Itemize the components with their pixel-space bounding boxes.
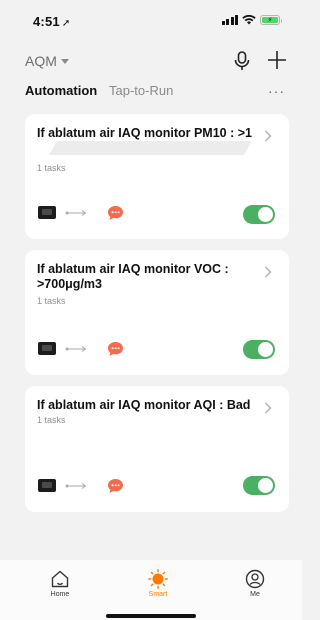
chevron-right-icon[interactable] [264,130,272,142]
bottom-navigation: Home Smart Me [0,560,302,620]
automation-toggle[interactable] [243,205,275,224]
status-time: 4:51 ➚ [33,14,70,29]
automation-card[interactable]: If ablatum air IAQ monitor PM10 : >1 1 t… [25,114,289,239]
card-subtitle: 1 tasks [37,415,66,425]
nav-label-me: Me [250,591,260,598]
arrow-right-icon [65,346,87,352]
tab-automation[interactable]: Automation [25,83,97,98]
message-icon [108,479,123,493]
device-thumbnail [38,342,56,355]
home-icon [51,570,69,588]
cellular-signal-icon [221,15,238,25]
automation-toggle[interactable] [243,340,275,359]
chevron-right-icon[interactable] [264,266,272,278]
chevron-right-icon[interactable] [264,402,272,414]
status-icons: ⚡ [221,15,282,25]
automation-card[interactable]: If ablatum air IAQ monitor AQI : Bad 1 t… [25,386,289,512]
arrow-right-icon [65,483,87,489]
card-subtitle: 1 tasks [37,296,66,306]
card-title: If ablatum air IAQ monitor VOC : >700μg/… [37,262,229,291]
wifi-icon [242,15,256,25]
automation-toggle[interactable] [243,476,275,495]
battery-icon: ⚡ [260,15,282,25]
add-icon[interactable] [266,49,288,71]
smart-sun-icon [148,569,168,589]
status-time-text: 4:51 [33,14,60,29]
profile-icon [245,569,265,589]
caret-down-icon [60,59,69,64]
nav-me[interactable]: Me [230,569,280,598]
nav-label-smart: Smart [148,591,168,598]
home-selector[interactable]: AQM [25,53,69,69]
more-options-icon[interactable]: ··· [268,83,285,99]
message-icon [108,342,123,356]
automation-card[interactable]: If ablatum air IAQ monitor VOC : >700μg/… [25,250,289,375]
nav-home[interactable]: Home [35,569,85,598]
card-subtitle: 1 tasks [37,163,66,173]
status-bar: 4:51 ➚ ⚡ [0,0,302,40]
message-icon [108,206,123,220]
card-title: If ablatum air IAQ monitor AQI : Bad [37,398,251,412]
device-thumbnail [38,479,56,492]
device-thumbnail [38,206,56,219]
card-title: If ablatum air IAQ monitor PM10 : >1 [37,126,252,140]
nav-label-home: Home [50,591,70,598]
home-indicator [106,614,196,618]
location-arrow-icon: ➚ [61,18,71,29]
arrow-right-icon [65,210,87,216]
header: AQM [0,40,302,80]
redaction-overlay [48,141,253,155]
microphone-icon[interactable] [234,51,250,71]
tab-bar: Automation Tap-to-Run ··· [0,83,302,103]
nav-smart[interactable]: Smart [133,569,183,598]
home-name: AQM [25,53,57,69]
tab-tap-to-run[interactable]: Tap-to-Run [109,83,173,98]
